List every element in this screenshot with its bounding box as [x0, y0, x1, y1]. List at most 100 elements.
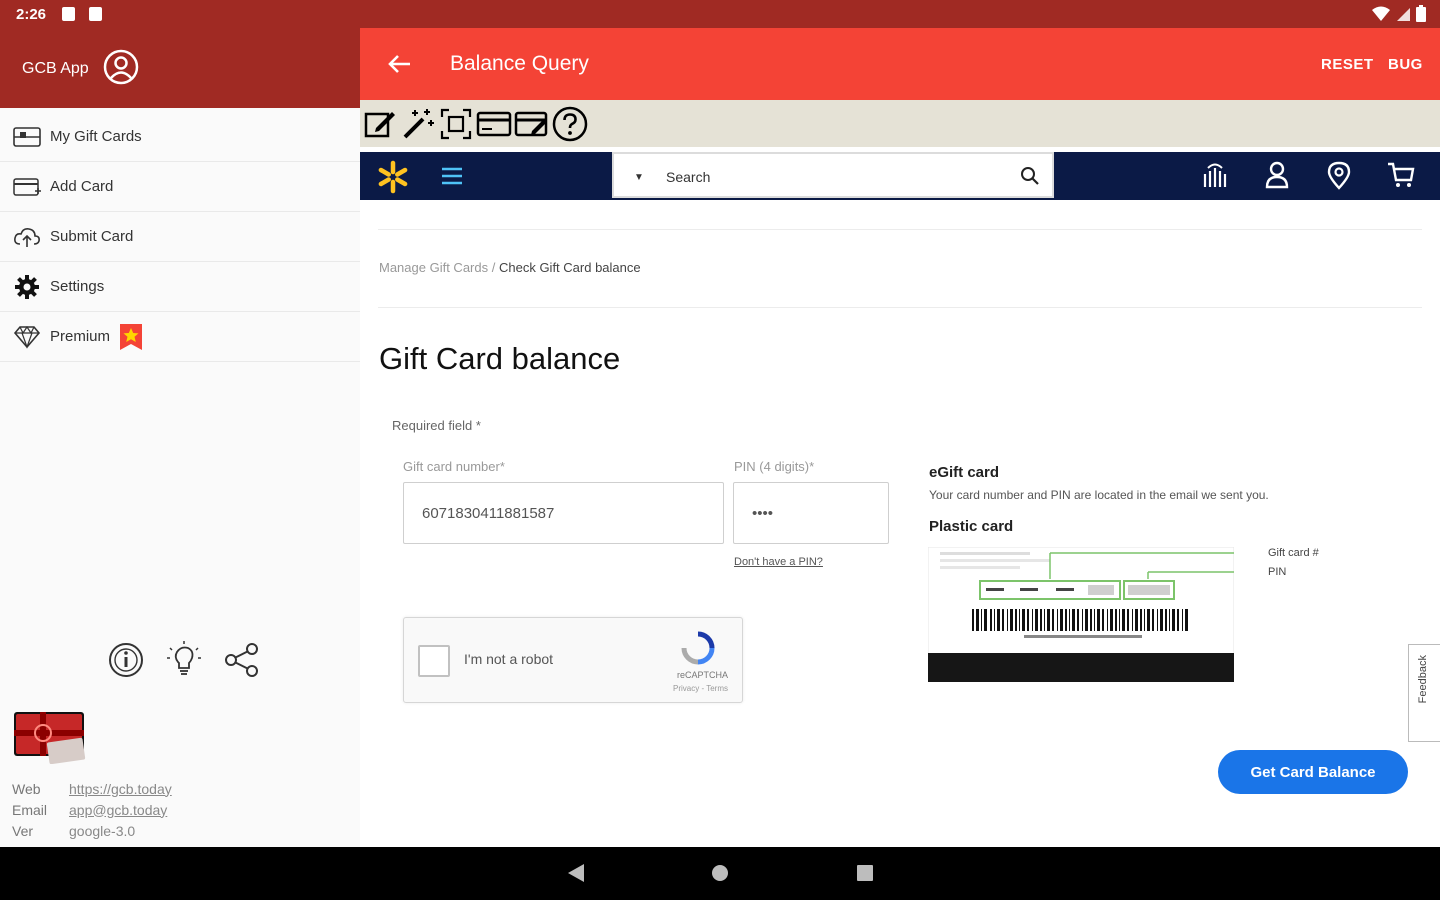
card-icon[interactable]: [476, 106, 512, 142]
breadcrumb: Manage Gift Cards / Check Gift Card bala…: [379, 260, 641, 275]
site-header-icons: [1200, 160, 1416, 190]
info-key: Ver: [12, 822, 34, 839]
premium-star-badge-icon: [120, 323, 143, 350]
menu-item-label: Add Card: [50, 178, 114, 195]
egift-heading: eGift card: [929, 464, 1000, 481]
app-name: GCB App: [22, 60, 89, 77]
callout-gift-card-number: Gift card #: [1268, 547, 1319, 559]
location-pin-icon[interactable]: [1324, 160, 1354, 190]
card-number-value: 6071830411881587: [422, 504, 555, 522]
divider: [378, 307, 1422, 308]
gear-icon: [12, 274, 42, 299]
breadcrumb-separator: /: [491, 260, 496, 275]
menu-item-label: Premium: [50, 328, 111, 345]
menu-item-premium[interactable]: Premium: [0, 312, 360, 362]
search-icon[interactable]: [1020, 166, 1040, 186]
sd-card-icon: [89, 7, 102, 21]
gift-card-thumbnail: [14, 712, 86, 764]
card-edit-icon[interactable]: [514, 106, 550, 142]
menu-item-submit-card[interactable]: Submit Card: [0, 212, 360, 262]
menu-item-label: Submit Card: [50, 228, 134, 245]
drawer-header: GCB App: [0, 28, 360, 108]
plastic-card-heading: Plastic card: [929, 518, 1014, 535]
get-card-balance-button[interactable]: Get Card Balance: [1218, 750, 1408, 794]
system-navigation-bar: [0, 847, 1440, 900]
page-title: Gift Card balance: [379, 341, 621, 376]
info-key: Email: [12, 801, 48, 818]
signal-icon: [1397, 7, 1410, 21]
info-row-version: Ver google-3.0: [12, 820, 172, 841]
search-input[interactable]: Search: [666, 169, 710, 185]
pin-value: ••••: [752, 504, 774, 522]
site-header: ▼ Search: [360, 152, 1440, 200]
spark-logo-icon[interactable]: [376, 160, 410, 194]
notification-icon: [62, 7, 75, 21]
info-row-web: Web https://gcb.today: [12, 778, 172, 799]
website-link[interactable]: https://gcb.today: [69, 781, 172, 797]
recaptcha-checkbox[interactable]: [418, 645, 450, 677]
screen-title: Balance Query: [450, 52, 589, 75]
menu-item-settings[interactable]: Settings: [0, 262, 360, 312]
card-callout-labels: Gift card # PIN: [1268, 547, 1319, 585]
recaptcha-logo-icon: [681, 631, 715, 665]
tool-strip: [360, 100, 1440, 147]
required-field-note: Required field *: [392, 418, 481, 433]
app-info: Web https://gcb.today Email app@gcb.toda…: [12, 778, 172, 841]
magic-wand-icon[interactable]: [400, 106, 436, 142]
cart-icon[interactable]: [1386, 160, 1416, 190]
card-number-field[interactable]: 6071830411881587: [403, 482, 724, 544]
breadcrumb-parent-link[interactable]: Manage Gift Cards: [379, 260, 488, 275]
help-icon[interactable]: [552, 106, 588, 142]
account-icon[interactable]: [103, 49, 139, 85]
menu-item-add-card[interactable]: Add Card: [0, 162, 360, 212]
edit-icon[interactable]: [362, 106, 398, 142]
no-pin-link[interactable]: Don't have a PIN?: [734, 556, 823, 568]
recaptcha-label: I'm not a robot: [464, 651, 554, 667]
breadcrumb-current: Check Gift Card balance: [498, 260, 641, 275]
user-account-icon[interactable]: [1262, 160, 1292, 190]
back-arrow-icon[interactable]: [386, 50, 414, 78]
menu-item-my-gift-cards[interactable]: My Gift Cards: [0, 112, 360, 162]
menu-item-label: Settings: [50, 278, 105, 295]
battery-icon: [1416, 5, 1426, 22]
feedback-tab[interactable]: Feedback: [1408, 644, 1440, 742]
nav-back-icon[interactable]: [564, 861, 588, 885]
app-bar: Balance Query RESET BUG: [360, 28, 1440, 100]
status-icons: [1372, 5, 1426, 22]
email-link[interactable]: app@gcb.today: [69, 802, 167, 818]
nav-home-icon[interactable]: [708, 861, 732, 885]
info-row-email: Email app@gcb.today: [12, 799, 172, 820]
share-icon[interactable]: [222, 640, 262, 680]
web-view: ▼ Search Manage Gift Cards / Check Gift …: [360, 147, 1440, 847]
info-key: Web: [12, 780, 41, 797]
reorder-icon[interactable]: [1200, 160, 1230, 190]
bug-button[interactable]: BUG: [1388, 56, 1423, 73]
search-box[interactable]: ▼ Search: [612, 152, 1054, 198]
navigation-drawer: GCB App My Gift Cards Add Card Submit Ca…: [0, 28, 360, 847]
lightbulb-icon[interactable]: [164, 640, 204, 680]
recaptcha-privacy-links[interactable]: Privacy - Terms: [673, 684, 728, 693]
menu-item-label: My Gift Cards: [50, 128, 142, 145]
add-card-icon: [12, 175, 42, 199]
gift-card-icon: [12, 125, 42, 149]
nav-recents-icon[interactable]: [853, 861, 877, 885]
pin-label: PIN (4 digits)*: [734, 459, 815, 474]
feedback-label: Feedback: [1417, 655, 1429, 704]
recaptcha-brand: reCAPTCHA: [676, 670, 728, 680]
card-number-label: Gift card number*: [403, 459, 505, 474]
plastic-card-illustration: [928, 547, 1234, 682]
hamburger-menu-icon[interactable]: [440, 164, 464, 188]
version-value: google-3.0: [69, 822, 136, 839]
recaptcha-widget: I'm not a robot reCAPTCHA Privacy - Term…: [403, 617, 743, 703]
scan-frame-icon[interactable]: [438, 106, 474, 142]
drawer-actions: [106, 640, 262, 680]
egift-description: Your card number and PIN are located in …: [929, 488, 1269, 502]
pin-field[interactable]: ••••: [733, 482, 889, 544]
wifi-icon: [1372, 6, 1390, 21]
drawer-menu: My Gift Cards Add Card Submit Card Setti…: [0, 112, 360, 362]
status-time: 2:26: [16, 6, 47, 23]
reset-button[interactable]: RESET: [1321, 56, 1374, 73]
dropdown-caret-icon[interactable]: ▼: [634, 172, 644, 183]
divider: [378, 229, 1422, 230]
info-icon[interactable]: [106, 640, 146, 680]
